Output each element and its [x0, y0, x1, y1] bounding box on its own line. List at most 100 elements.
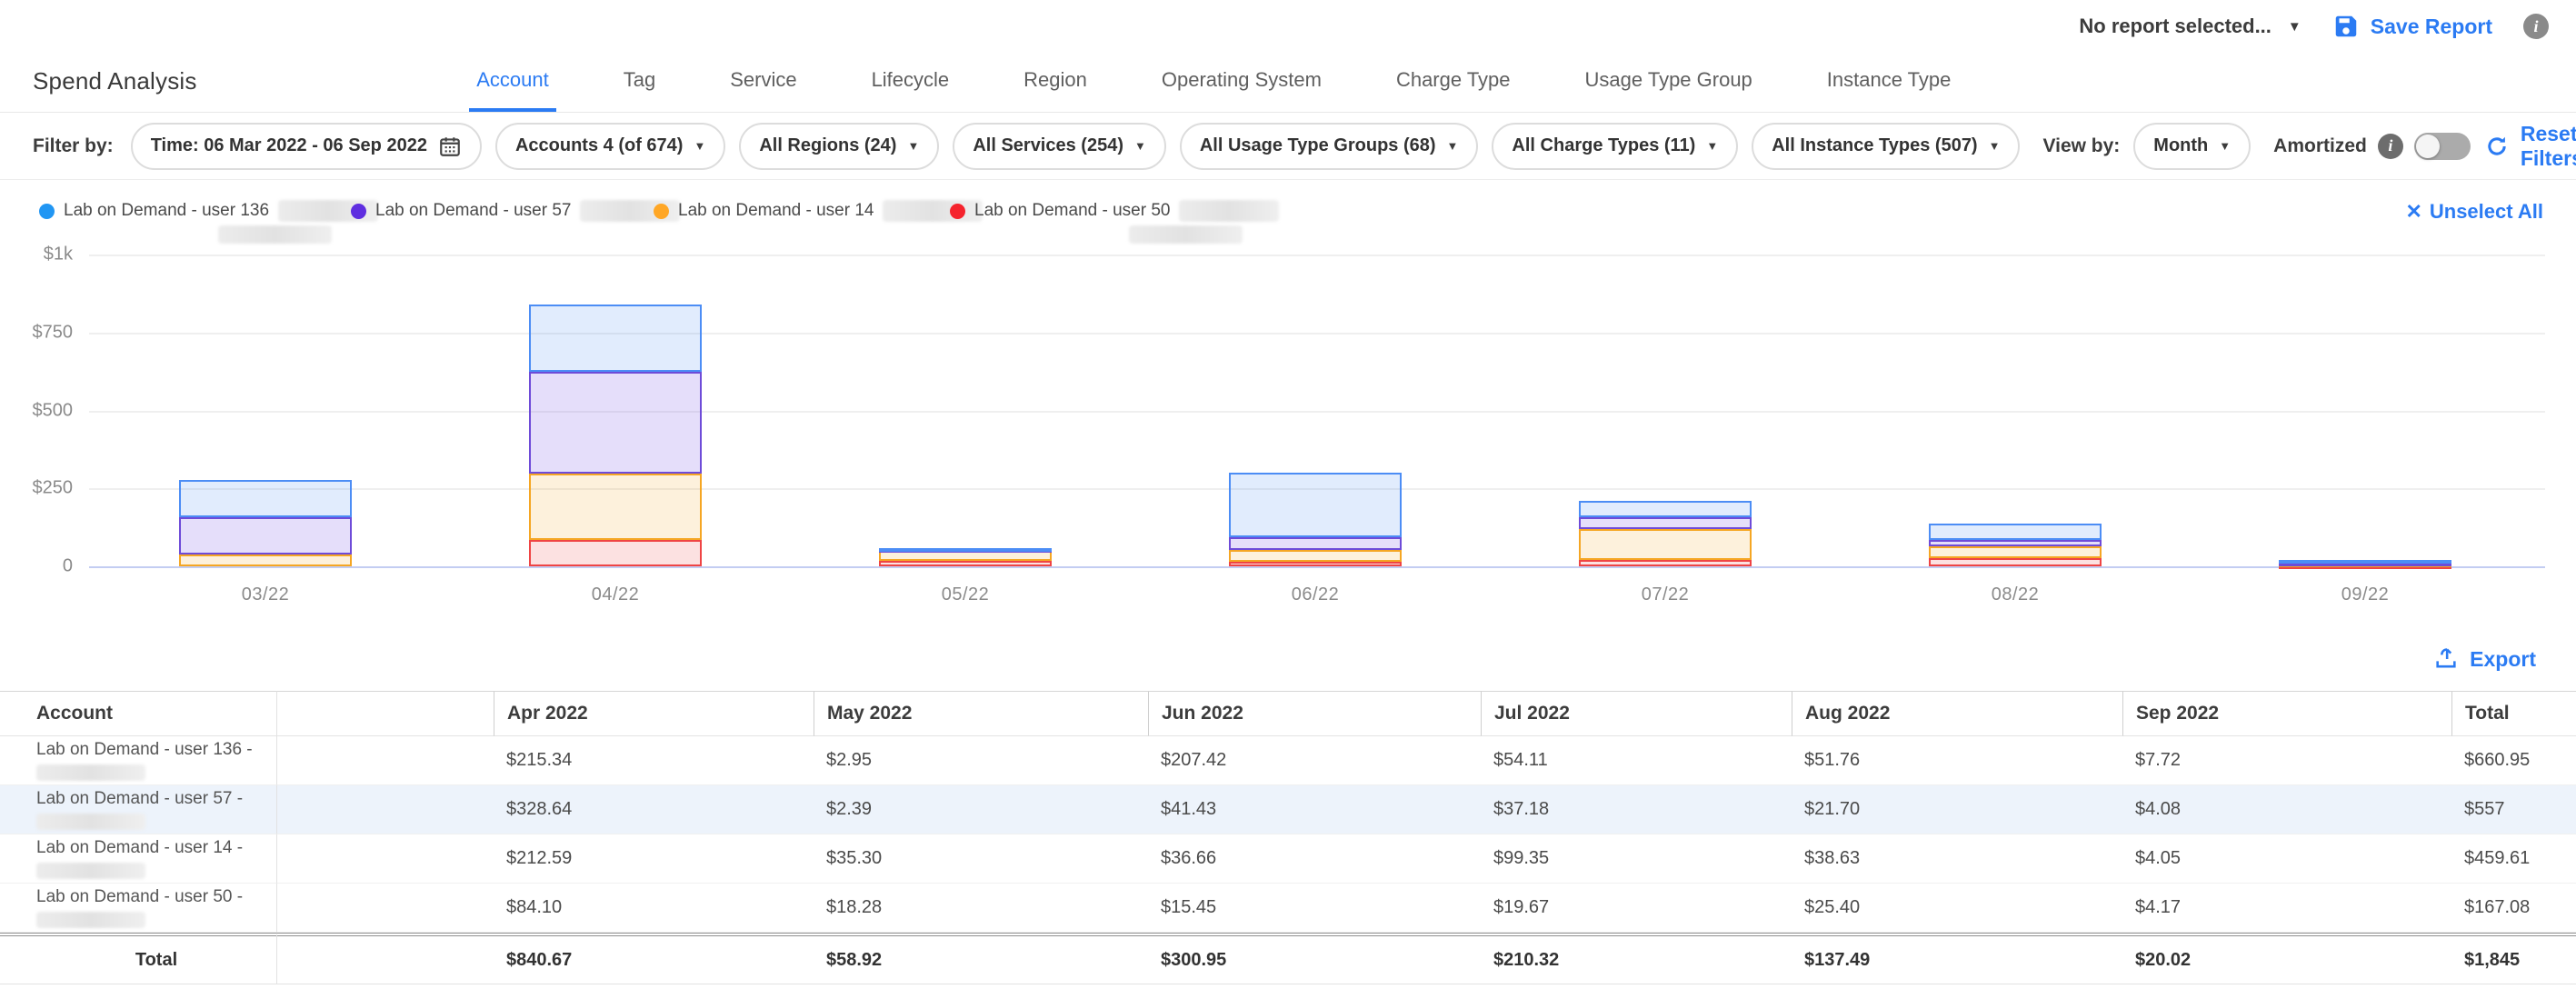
- unselect-all-button[interactable]: ✕ Unselect All: [2405, 200, 2543, 224]
- tab-charge-type[interactable]: Charge Type: [1389, 68, 1518, 112]
- account-name: Lab on Demand - user 14 -: [36, 838, 243, 858]
- total-value-cell: $1,845: [2451, 933, 2576, 984]
- tab-account[interactable]: Account: [469, 68, 556, 112]
- reset-filters-button[interactable]: Reset Filters: [2484, 122, 2576, 171]
- tab-region[interactable]: Region: [1016, 68, 1094, 112]
- filter-pill-all[interactable]: All Regions (24) ▼: [739, 123, 939, 170]
- filter-pill-time[interactable]: Time: 06 Mar 2022 - 06 Sep 2022: [131, 123, 482, 170]
- value-cell: $207.42: [1148, 736, 1481, 785]
- filter-pill-label: All Regions (24): [759, 135, 896, 156]
- bar-segment-07-22-user-57[interactable]: [1579, 517, 1752, 529]
- tab-service[interactable]: Service: [723, 68, 804, 112]
- bar-segment-07-22-user-14[interactable]: [1579, 529, 1752, 560]
- report-selector[interactable]: No report selected... ▼: [2079, 15, 2301, 38]
- spacer-cell: [277, 884, 494, 933]
- bar-segment-08-22-user-136[interactable]: [1929, 524, 2102, 540]
- view-by-label: View by:: [2042, 135, 2120, 157]
- bar-segment-05-22-user-50[interactable]: [879, 561, 1052, 566]
- x-axis-tick-label: 06/22: [1292, 584, 1340, 605]
- page-title: Spend Analysis: [33, 67, 197, 112]
- redacted-text: [218, 225, 332, 244]
- value-cell: $2.39: [814, 785, 1148, 834]
- y-axis-tick-label: 0: [7, 556, 73, 577]
- bar-segment-07-22-user-50[interactable]: [1579, 560, 1752, 566]
- bar-segment-04-22-user-14[interactable]: [529, 474, 702, 540]
- bar-segment-05-22-user-136[interactable]: [879, 548, 1052, 552]
- legend-label: Lab on Demand - user 57: [375, 201, 571, 221]
- reset-filters-label: Reset Filters: [2521, 122, 2576, 171]
- bar-segment-08-22-user-14[interactable]: [1929, 546, 2102, 558]
- account-cell: Lab on Demand - user 14 -: [0, 834, 277, 884]
- bar-segment-04-22-user-136[interactable]: [529, 305, 702, 372]
- export-button[interactable]: Export: [2433, 646, 2536, 672]
- bar-segment-08-22-user-50[interactable]: [1929, 558, 2102, 566]
- chevron-down-icon: ▼: [2219, 140, 2231, 152]
- close-icon: ✕: [2405, 202, 2421, 222]
- chevron-down-icon: ▼: [1989, 140, 2001, 152]
- bar-segment-08-22-user-57[interactable]: [1929, 540, 2102, 546]
- save-report-button[interactable]: Save Report: [2332, 13, 2492, 40]
- bar-segment-04-22-user-57[interactable]: [529, 372, 702, 475]
- redacted-text: [1179, 200, 1279, 222]
- value-cell: $328.64: [494, 785, 814, 834]
- value-cell: $25.40: [1792, 884, 2122, 933]
- filter-pill-all[interactable]: All Instance Types (507)▼: [1752, 123, 2020, 170]
- bar-segment-03-22-user-57[interactable]: [179, 517, 352, 554]
- filter-pill-label: Accounts 4 (of 674): [515, 135, 683, 156]
- filter-pill-label: All Services (254): [973, 135, 1123, 156]
- bar-segment-06-22-user-50[interactable]: [1229, 562, 1402, 566]
- info-icon[interactable]: i: [2523, 14, 2549, 39]
- bar-segment-06-22-user-136[interactable]: [1229, 473, 1402, 537]
- amortized-toggle[interactable]: [2414, 133, 2471, 160]
- filter-pill-all[interactable]: All Charge Types (11)▼: [1492, 123, 1738, 170]
- tab-operating-system[interactable]: Operating System: [1154, 68, 1329, 112]
- chart-x-axis-line: [89, 566, 2545, 568]
- tab-tag[interactable]: Tag: [616, 68, 663, 112]
- y-axis-tick-label: $250: [7, 478, 73, 499]
- bar-segment-04-22-user-50[interactable]: [529, 540, 702, 566]
- legend-item-user-50[interactable]: Lab on Demand - user 50: [950, 200, 1279, 222]
- title-tab-bar: Spend Analysis Account Tag Service Lifecycl…: [0, 53, 2576, 113]
- tab-lifecycle[interactable]: Lifecycle: [864, 68, 957, 112]
- value-cell: $215.34: [494, 736, 814, 785]
- filter-pill-accounts[interactable]: Accounts 4 (of 674)▼: [495, 123, 725, 170]
- view-by-value: Month: [2153, 135, 2208, 156]
- column-header-aug-2022: Aug 2022: [1792, 691, 2122, 736]
- value-cell: $35.30: [814, 834, 1148, 884]
- value-cell: $7.72: [2122, 736, 2451, 785]
- spend-table: AccountApr 2022May 2022Jun 2022Jul 2022A…: [0, 691, 2576, 984]
- legend-dot-icon: [950, 204, 965, 219]
- bar-segment-07-22-user-136[interactable]: [1579, 501, 1752, 518]
- view-by-select[interactable]: Month ▼: [2133, 123, 2251, 170]
- bar-segment-06-22-user-14[interactable]: [1229, 550, 1402, 562]
- account-name: Lab on Demand - user 50 -: [36, 887, 243, 907]
- chart-legend: ✕ Unselect All Lab on Demand - user 136L…: [0, 180, 2576, 244]
- column-header-sep-2022: Sep 2022: [2122, 691, 2451, 736]
- filter-pill-all[interactable]: All Services (254)▼: [953, 123, 1166, 170]
- legend-dot-icon: [654, 204, 669, 219]
- redacted-text: [36, 764, 145, 781]
- filter-pill-label: Time: 06 Mar 2022 - 06 Sep 2022: [151, 135, 427, 156]
- tab-instance-type[interactable]: Instance Type: [1820, 68, 1959, 112]
- account-name: Lab on Demand - user 136 -: [36, 740, 253, 760]
- bar-segment-09-22-user-136[interactable]: [2279, 560, 2451, 564]
- chart-gridline: [89, 333, 2545, 335]
- bar-segment-03-22-user-136[interactable]: [179, 480, 352, 517]
- bar-segment-03-22-user-14[interactable]: [179, 554, 352, 566]
- value-cell: $557: [2451, 785, 2576, 834]
- filter-pills: Time: 06 Mar 2022 - 06 Sep 2022 Accounts …: [131, 123, 2021, 170]
- legend-item-user-136[interactable]: Lab on Demand - user 136: [39, 200, 378, 222]
- filter-pill-all[interactable]: All Usage Type Groups (68)▼: [1180, 123, 1479, 170]
- value-cell: $38.63: [1792, 834, 2122, 884]
- chevron-down-icon: ▼: [907, 140, 919, 152]
- tab-bar: Account Tag Service Lifecycle Region Operatin…: [469, 68, 2303, 112]
- tab-usage-type-group[interactable]: Usage Type Group: [1578, 68, 1760, 112]
- amortized-info-icon[interactable]: i: [2378, 134, 2403, 159]
- spacer-cell: [277, 834, 494, 884]
- legend-item-user-57[interactable]: Lab on Demand - user 57: [351, 200, 680, 222]
- bar-segment-06-22-user-57[interactable]: [1229, 537, 1402, 550]
- legend-item-user-14[interactable]: Lab on Demand - user 14: [654, 200, 983, 222]
- amortized-label: Amortized: [2273, 135, 2367, 157]
- unselect-all-label: Unselect All: [2430, 200, 2543, 224]
- report-selector-label: No report selected...: [2079, 15, 2271, 38]
